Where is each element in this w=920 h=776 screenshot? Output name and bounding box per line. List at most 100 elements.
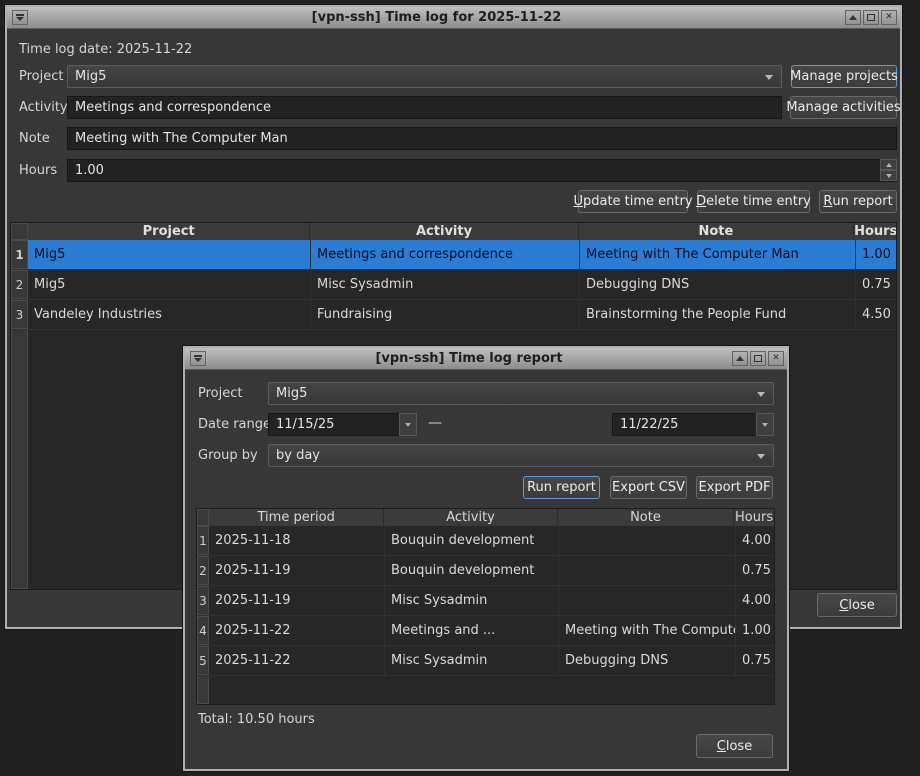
table-row[interactable]: 2 Mig5 Misc Sysadmin Debugging DNS 0.75 [11, 270, 896, 300]
chevron-down-icon [757, 392, 765, 397]
report-project-value: Mig5 [276, 386, 307, 401]
total-hours-label: Total: 10.50 hours [198, 712, 315, 727]
update-time-entry-button[interactable]: Update time entry [578, 190, 688, 213]
close-label-post: lose [726, 739, 752, 754]
maximize-square-glyph [754, 355, 762, 362]
cell-activity: Misc Sysadmin [385, 646, 559, 675]
chevron-down-icon [757, 454, 765, 459]
table-row[interactable]: 4 2025-11-22 Meetings and ... Meeting wi… [197, 616, 774, 646]
header-hours[interactable]: Hours [854, 223, 896, 240]
date-from-input[interactable] [268, 413, 400, 436]
header-activity[interactable]: Activity [310, 223, 578, 240]
header-note[interactable]: Note [579, 223, 854, 240]
close-icon[interactable]: ✕ [881, 10, 897, 25]
maximize-icon[interactable] [863, 10, 879, 25]
row-gutter-strip [11, 330, 28, 589]
cell-hours: 0.75 [736, 646, 775, 675]
close-label-mnemonic: C [717, 739, 726, 754]
menu-bar-glyph [16, 14, 24, 16]
window-menu-icon[interactable] [190, 351, 206, 366]
row-number: 4 [197, 616, 209, 645]
project-combobox[interactable]: Mig5 [67, 65, 782, 88]
chevron-down-icon [765, 75, 773, 80]
table-row[interactable]: 2 2025-11-19 Bouquin development 0.75 [197, 556, 774, 586]
report-close-button[interactable]: Close [696, 734, 773, 758]
maximize-icon[interactable] [750, 351, 766, 366]
run-report-button[interactable]: Run report [819, 190, 897, 213]
shade-triangle-glyph [849, 15, 857, 20]
cell-hours: 4.00 [736, 526, 775, 555]
cell-activity: Fundraising [311, 300, 580, 329]
window-menu-icon[interactable] [12, 10, 28, 25]
cell-time-period: 2025-11-19 [209, 556, 385, 585]
maximize-square-glyph [867, 14, 875, 21]
cell-hours: 0.75 [856, 270, 897, 299]
table-row[interactable]: 3 Vandeley Industries Fundraising Brains… [11, 300, 896, 330]
shade-icon[interactable] [845, 10, 861, 25]
activity-input[interactable] [67, 96, 782, 119]
corner-cell [197, 509, 209, 526]
report-table: Time period Activity Note Hours 1 2025-1… [196, 508, 775, 705]
down-triangle-glyph [886, 174, 892, 178]
cell-activity: Bouquin development [385, 526, 559, 555]
header-hours[interactable]: Hours [734, 509, 774, 526]
menu-bar-glyph [194, 355, 202, 357]
cell-time-period: 2025-11-22 [209, 616, 385, 645]
cell-note [559, 526, 736, 555]
header-project[interactable]: Project [28, 223, 310, 240]
export-pdf-button[interactable]: Export PDF [696, 476, 773, 499]
manage-activities-button[interactable]: Manage activities [790, 96, 897, 119]
shade-icon[interactable] [732, 351, 748, 366]
date-to-dropdown-icon[interactable] [756, 413, 774, 436]
cell-hours: 0.75 [736, 556, 775, 585]
spinner-down-icon[interactable] [880, 170, 897, 181]
cell-activity: Meetings and ... [385, 616, 559, 645]
report-window-title: [vpn-ssh] Time log report [208, 351, 730, 366]
update-label-post: pdate time entry [583, 194, 693, 209]
report-project-combobox[interactable]: Mig5 [268, 382, 774, 405]
cell-hours: 1.00 [736, 616, 775, 645]
export-csv-button[interactable]: Export CSV [610, 476, 687, 499]
cell-project: Mig5 [28, 270, 311, 299]
time-log-date-label: Time log date: 2025-11-22 [19, 42, 192, 57]
note-input[interactable] [67, 127, 897, 150]
main-close-button[interactable]: Close [817, 593, 897, 617]
main-titlebar[interactable]: [vpn-ssh] Time log for 2025-11-22 ✕ [7, 7, 900, 29]
cell-note [559, 586, 736, 615]
cell-hours: 4.50 [856, 300, 897, 329]
manage-projects-button[interactable]: Manage projects [791, 65, 897, 88]
date-to-input[interactable] [612, 413, 757, 436]
row-number: 1 [11, 240, 28, 269]
table-row[interactable]: 5 2025-11-22 Misc Sysadmin Debugging DNS… [197, 646, 774, 676]
header-time-period[interactable]: Time period [209, 509, 384, 526]
report-titlebar[interactable]: [vpn-ssh] Time log report ✕ [185, 348, 787, 370]
export-pdf-label: Export PDF [698, 480, 770, 495]
cell-activity: Bouquin development [385, 556, 559, 585]
group-by-combobox[interactable]: by day [268, 444, 774, 467]
table-row[interactable]: 3 2025-11-19 Misc Sysadmin 4.00 [197, 586, 774, 616]
menu-triangle-glyph [194, 358, 202, 362]
cell-activity: Misc Sysadmin [385, 586, 559, 615]
report-run-report-button[interactable]: Run report [523, 476, 600, 499]
table-row-selected[interactable]: 1 Mig5 Meetings and correspondence Meeti… [11, 240, 896, 270]
hours-spinbox-input[interactable] [67, 159, 897, 182]
hours-label: Hours [19, 163, 57, 178]
header-activity[interactable]: Activity [384, 509, 557, 526]
spinner-up-icon[interactable] [880, 159, 897, 170]
cell-project: Mig5 [28, 240, 311, 269]
table-empty-area [197, 676, 774, 704]
close-icon[interactable]: ✕ [768, 351, 784, 366]
table-row[interactable]: 1 2025-11-18 Bouquin development 4.00 [197, 526, 774, 556]
cell-activity: Misc Sysadmin [311, 270, 580, 299]
delete-time-entry-button[interactable]: Delete time entry [697, 190, 810, 213]
down-triangle-glyph [762, 423, 768, 427]
cell-note: Debugging DNS [559, 646, 736, 675]
header-note[interactable]: Note [558, 509, 734, 526]
cell-time-period: 2025-11-18 [209, 526, 385, 555]
run-report-label: Run report [527, 480, 596, 495]
run-label-mnemonic: R [823, 194, 832, 209]
cell-time-period: 2025-11-22 [209, 646, 385, 675]
cell-note: Brainstorming the People Fund [580, 300, 856, 329]
export-csv-label: Export CSV [612, 480, 685, 495]
date-from-dropdown-icon[interactable] [399, 413, 417, 436]
